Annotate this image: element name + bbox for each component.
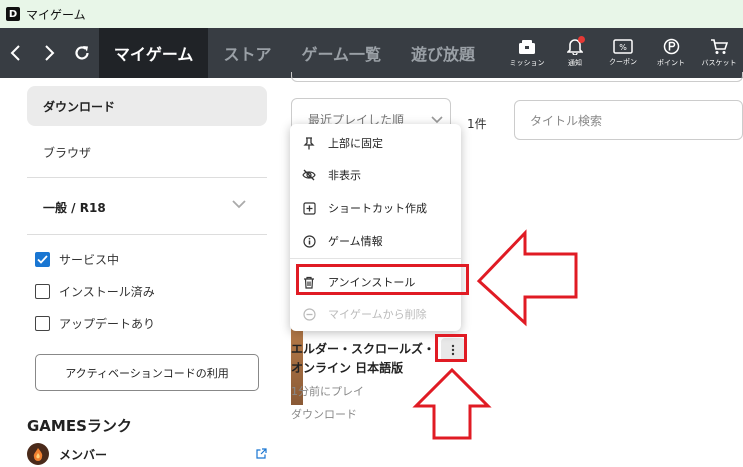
menu-item-create-shortcut[interactable]: ショートカット作成 [302,200,427,216]
forward-button[interactable] [33,28,66,78]
window-title: マイゲーム [26,7,86,22]
game-title[interactable]: エルダー・スクロールズ・ オンライン 日本語版 [291,340,435,378]
sidebar-divider [27,234,267,235]
menu-item-game-info[interactable]: ゲーム情報 [302,233,383,249]
sidebar-divider [27,177,267,178]
checkbox-checked-icon[interactable] [35,252,50,267]
checkbox-update-available[interactable]: アップデートあり [35,315,155,332]
top-navbar: マイゲーム ストア ゲーム一覧 遊び放題 ミッション 通知 % クーポン ポイン… [0,28,743,78]
menu-separator [290,258,461,259]
title-search-input[interactable]: タイトル検索 [514,100,743,140]
window-titlebar: D マイゲーム [0,0,743,28]
coupon-icon: % [613,39,633,54]
tab-unlimited[interactable]: 遊び放題 [396,28,490,78]
info-icon [302,234,316,248]
game-context-menu: 上部に固定 非表示 ショートカット作成 ゲーム情報 アンインストール マイゲーム… [290,124,461,331]
tab-game-list[interactable]: ゲーム一覧 [286,28,396,78]
member-label: メンバー [59,447,108,462]
points-icon [663,38,679,55]
checkbox-label: アップデートあり [59,317,156,331]
checkbox-installed[interactable]: インストール済み [35,283,155,300]
flame-rank-icon [27,443,49,465]
external-link-icon[interactable] [256,448,267,459]
game-status: ダウンロード [291,408,357,421]
uninstall-highlight-box [296,264,469,295]
game-title-line2: オンライン 日本語版 [291,361,404,375]
activation-code-button[interactable]: アクティベーションコードの利用 [35,354,259,391]
chevron-right-icon [45,45,55,61]
minus-circle-icon [302,307,316,321]
menu-item-remove-from-my-games: マイゲームから削除 [302,306,427,322]
back-button[interactable] [0,28,33,78]
app-logo-icon: D [6,7,20,21]
games-rank-heading: GAMESランク [27,417,132,435]
sidebar-item-download[interactable]: ダウンロード [27,86,267,126]
checkbox-in-service[interactable]: サービス中 [35,251,119,268]
result-count: 1件 [467,117,487,131]
notification-badge [578,36,585,43]
nav-mission-label: ミッション [509,58,545,67]
checkbox-unchecked-icon[interactable] [35,316,50,331]
top-panel-edge [291,72,743,82]
menu-item-label: ショートカット作成 [328,202,427,215]
nav-cart-label: バスケット [701,59,737,67]
menu-item-hide[interactable]: 非表示 [302,167,361,183]
cart-icon [711,39,728,54]
nav-points[interactable]: ポイント [647,38,695,68]
eye-off-icon [302,168,316,182]
menu-item-label: 非表示 [328,169,361,182]
menu-item-pin-top[interactable]: 上部に固定 [302,135,383,151]
nav-notifications-label: 通知 [568,59,582,67]
game-last-played: 1分前にプレイ [291,385,364,398]
menu-item-label: マイゲームから削除 [328,308,427,321]
nav-notifications[interactable]: 通知 [551,36,599,68]
checkbox-label: サービス中 [59,253,120,267]
tab-my-games[interactable]: マイゲーム [98,28,209,78]
tab-store[interactable]: ストア [208,28,286,78]
reload-icon [75,46,90,60]
menu-item-label: ゲーム情報 [328,235,383,248]
more-button-highlight-box [435,334,467,362]
nav-mission[interactable]: ミッション [503,38,551,68]
nav-coupon[interactable]: % クーポン [599,38,647,68]
checkbox-unchecked-icon[interactable] [35,284,50,299]
chevron-left-icon [11,45,21,61]
reload-button[interactable] [66,28,99,78]
checkbox-label: インストール済み [59,285,155,299]
svg-text:%: % [619,43,627,52]
nav-coupon-label: クーポン [609,58,637,66]
pin-icon [302,136,316,150]
sidebar-item-browser[interactable]: ブラウザ [43,144,91,161]
nav-points-label: ポイント [657,59,685,67]
rating-filter-label[interactable]: 一般 / R18 [43,199,106,216]
menu-item-label: 上部に固定 [328,137,383,150]
rank-member-row: メンバー [27,443,107,465]
game-title-line1: エルダー・スクロールズ・ [291,342,436,356]
mission-icon [519,39,535,54]
plus-square-icon [302,201,316,215]
sidebar: ダウンロード ブラウザ 一般 / R18 サービス中 インストール済み アップデ… [0,78,283,467]
chevron-down-icon[interactable] [231,198,247,210]
nav-cart[interactable]: バスケット [695,38,743,68]
